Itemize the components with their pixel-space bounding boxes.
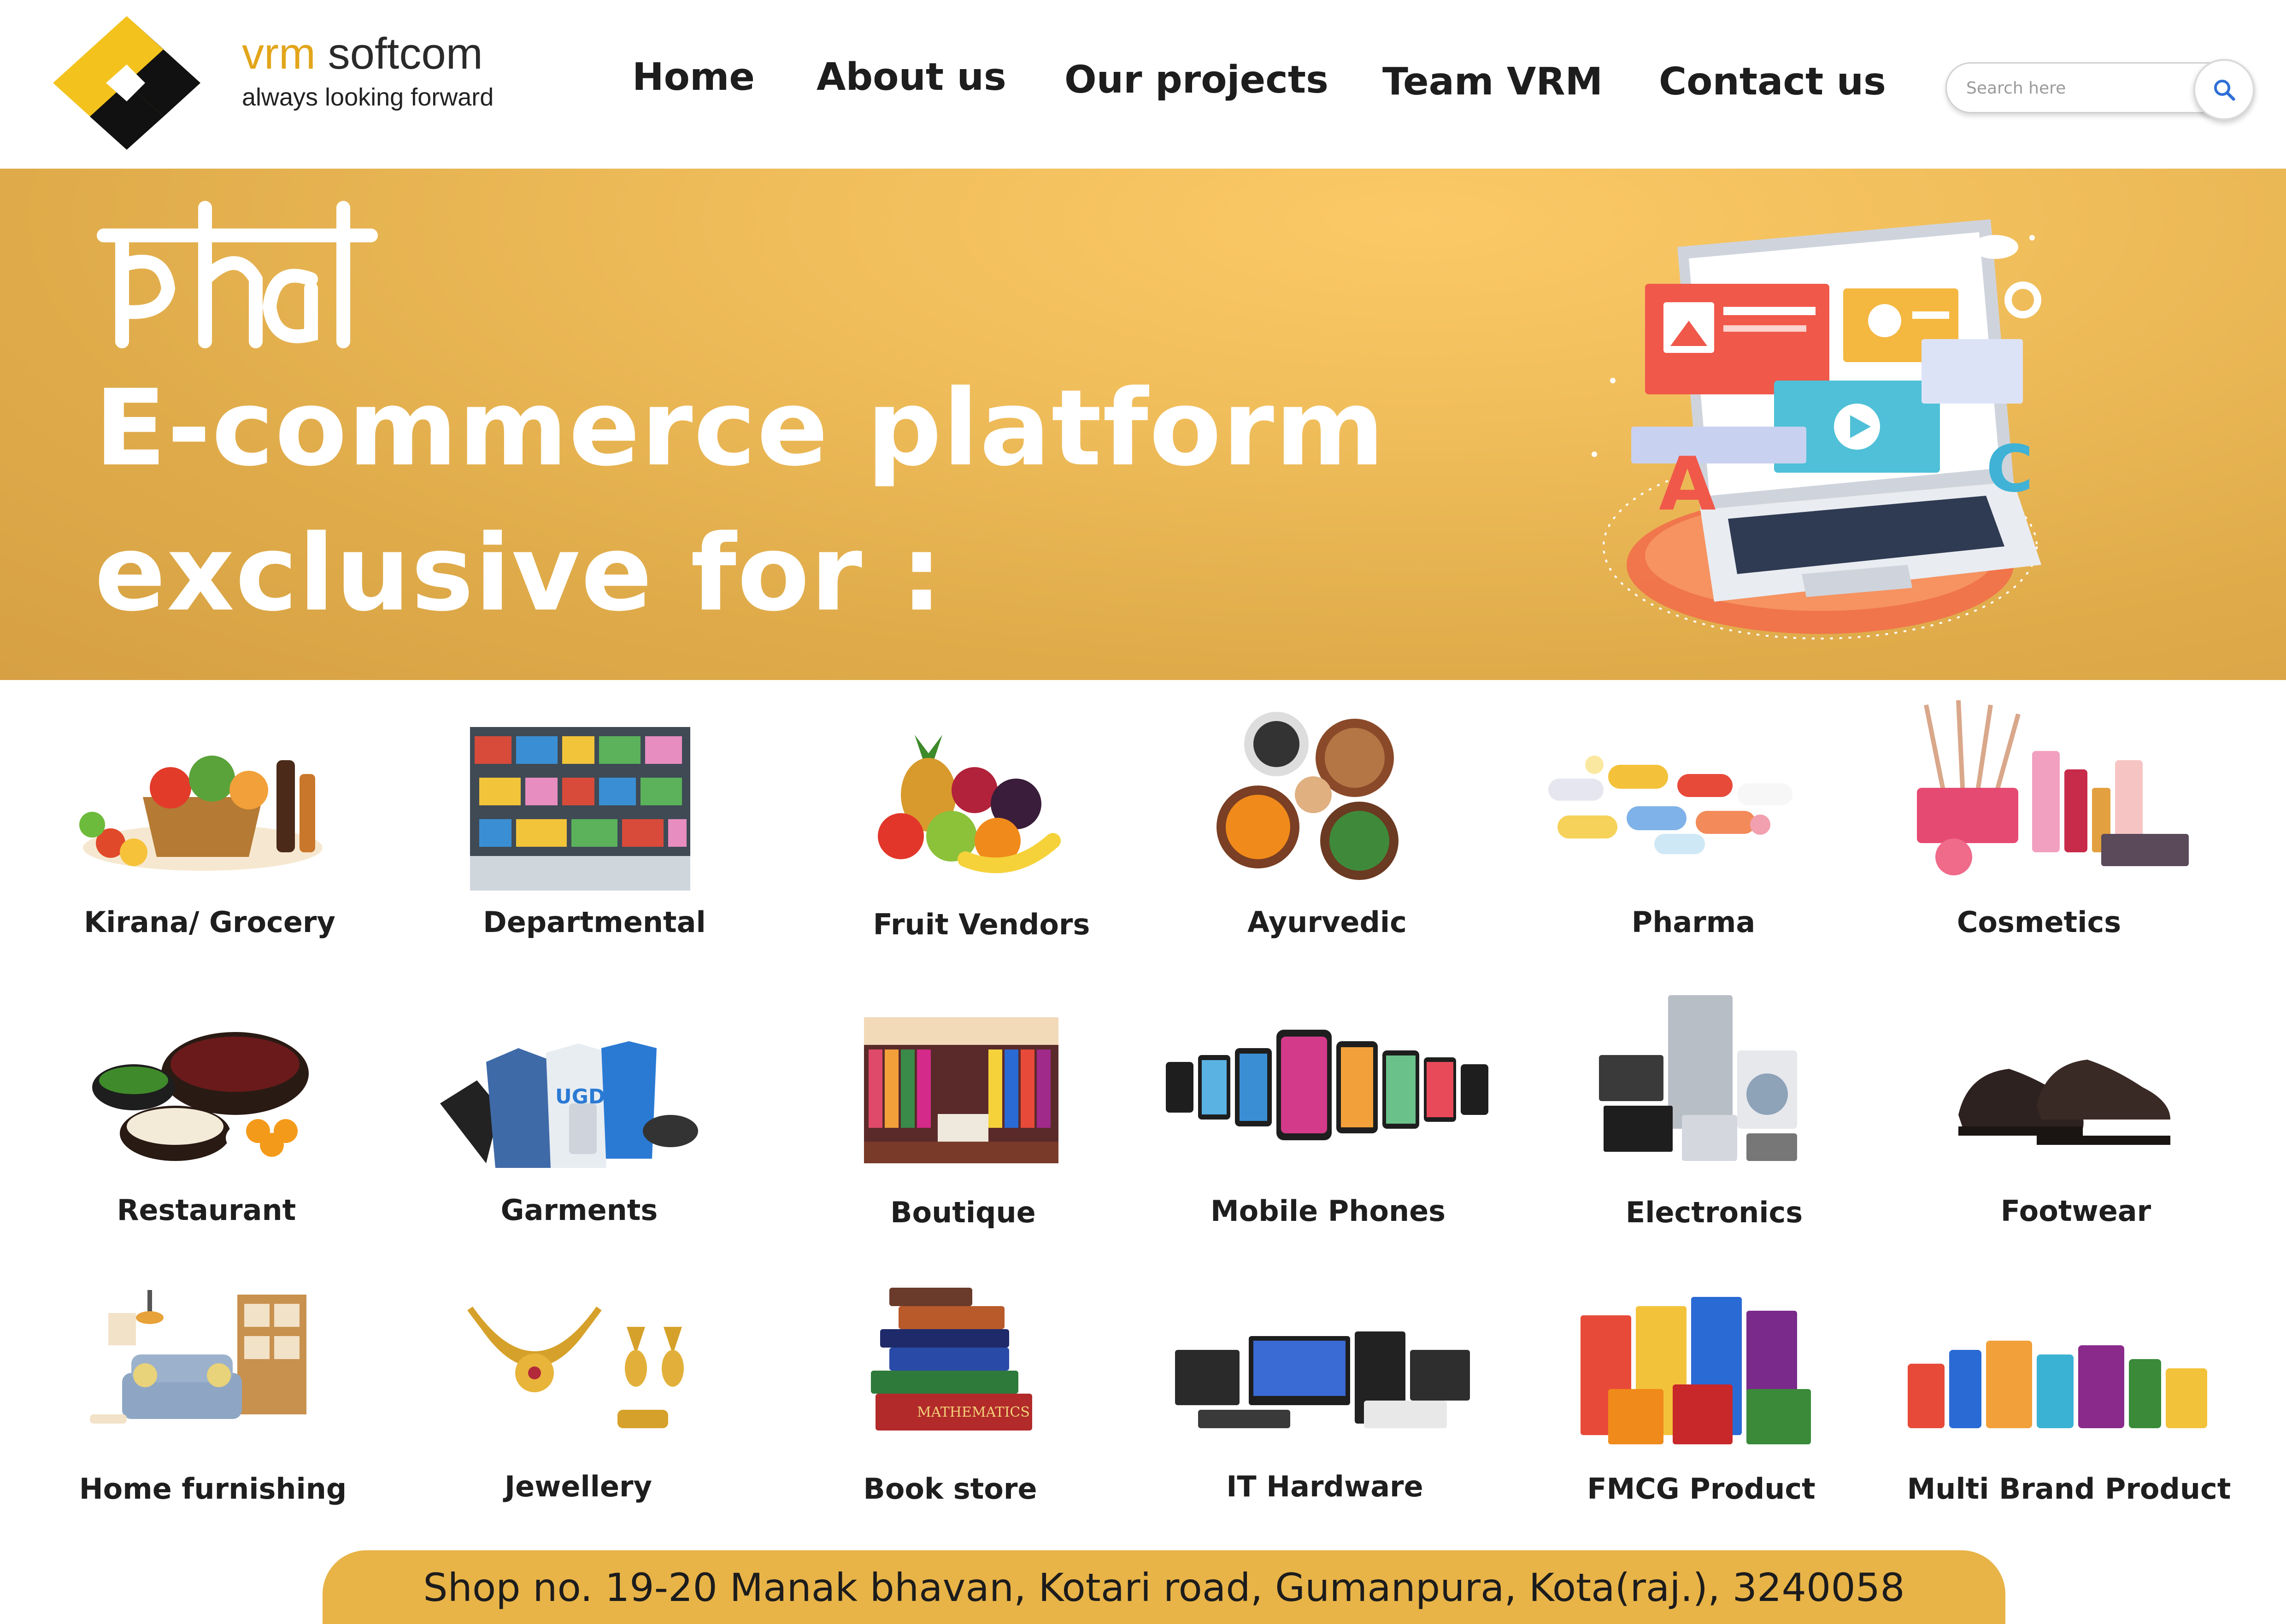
computer-hardware-image[interactable]	[1170, 1322, 1475, 1433]
category-label-it-hardware[interactable]: IT Hardware	[1226, 1470, 1423, 1503]
search-bar	[1945, 59, 2255, 120]
category-label-kirana-grocery[interactable]: Kirana/ Grocery	[84, 905, 335, 939]
category-label-departmental[interactable]: Departmental	[483, 905, 705, 939]
category-label-fmcg-product[interactable]: FMCG Product	[1587, 1472, 1816, 1506]
nav-about-us[interactable]: About us	[817, 55, 1006, 99]
svg-text:UGD: UGD	[555, 1085, 605, 1108]
search-button[interactable]	[2193, 59, 2255, 120]
smartphones-row-image[interactable]	[1166, 1025, 1488, 1145]
category-label-multi-brand-product[interactable]: Multi Brand Product	[1907, 1472, 2231, 1506]
boutique-interior-image[interactable]	[864, 1017, 1058, 1163]
category-label-mobile-phones[interactable]: Mobile Phones	[1211, 1194, 1446, 1228]
category-label-home-furnishing[interactable]: Home furnishing	[79, 1472, 347, 1506]
category-label-ayurvedic[interactable]: Ayurvedic	[1247, 905, 1407, 939]
search-input[interactable]	[1965, 75, 2170, 101]
category-label-electronics[interactable]: Electronics	[1626, 1196, 1803, 1229]
fmcg-packs-image[interactable]	[1581, 1297, 1829, 1449]
vrm-logo[interactable]	[51, 14, 203, 152]
shop-address: Shop no. 19-20 Manak bhavan, Kotari road…	[423, 1565, 1905, 1610]
home-appliances-image[interactable]	[1599, 995, 1802, 1170]
food-bowls-image[interactable]	[83, 1027, 327, 1166]
book-stack-image[interactable]: MATHEMATICS	[862, 1288, 1037, 1435]
site-header: vrm softcom always looking forward Home …	[0, 0, 2286, 169]
banner-title-line2: exclusive for :	[94, 512, 944, 634]
category-label-restaurant[interactable]: Restaurant	[117, 1193, 296, 1227]
brand-name-softcom: softcom	[315, 29, 483, 78]
pills-image[interactable]	[1539, 751, 1802, 857]
category-label-fruit-vendors[interactable]: Fruit Vendors	[873, 908, 1090, 941]
svg-text:C: C	[1986, 432, 2033, 507]
fruit-pile-image[interactable]	[873, 721, 1062, 878]
svg-text:MATHEMATICS: MATHEMATICS	[917, 1404, 1030, 1420]
svg-text:A: A	[1659, 441, 1716, 527]
spice-bowls-image[interactable]	[1207, 707, 1419, 891]
category-label-garments[interactable]: Garments	[501, 1193, 658, 1227]
magnifier-icon	[2214, 79, 2235, 101]
nav-home[interactable]: Home	[632, 55, 755, 99]
leather-shoes-image[interactable]	[1954, 1046, 2175, 1152]
nav-team-vrm[interactable]: Team VRM	[1382, 60, 1603, 104]
pehal-logo	[97, 201, 378, 348]
brand-name-vrm: vrm	[242, 29, 316, 78]
hero-banner: E-commerce platform exclusive for : A C	[0, 169, 2286, 680]
category-label-footwear[interactable]: Footwear	[2001, 1194, 2151, 1228]
category-label-boutique[interactable]: Boutique	[890, 1196, 1035, 1229]
store-shelves-image[interactable]	[470, 727, 690, 891]
category-label-cosmetics[interactable]: Cosmetics	[1957, 905, 2121, 939]
category-label-book-store[interactable]: Book store	[863, 1472, 1037, 1506]
nav-contact-us[interactable]: Contact us	[1659, 60, 1886, 104]
brand-name: vrm softcom	[242, 29, 483, 79]
sofa-room-image[interactable]	[81, 1285, 316, 1451]
makeup-set-image[interactable]	[1898, 696, 2193, 875]
address-bar: Shop no. 19-20 Manak bhavan, Kotari road…	[323, 1550, 2005, 1624]
grocery-basket-image[interactable]	[74, 733, 332, 880]
banner-title-line1: E-commerce platform	[94, 367, 1386, 489]
category-label-jewellery[interactable]: Jewellery	[505, 1470, 652, 1503]
apparel-merch-image[interactable]: UGD	[431, 1034, 703, 1173]
category-label-pharma[interactable]: Pharma	[1632, 905, 1755, 939]
laptop-ecommerce-illustration: A C	[1592, 219, 2041, 639]
nav-our-projects[interactable]: Our projects	[1064, 58, 1328, 102]
gold-necklace-image[interactable]	[461, 1299, 691, 1437]
brand-tagline: always looking forward	[242, 83, 494, 111]
household-products-image[interactable]	[1908, 1331, 2207, 1428]
